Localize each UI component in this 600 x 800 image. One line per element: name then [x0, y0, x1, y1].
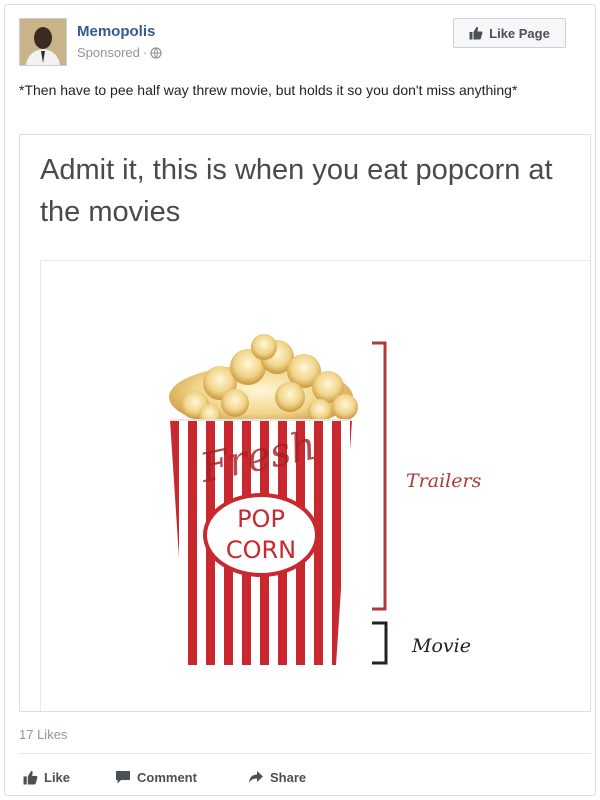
page-avatar[interactable]: [19, 18, 67, 66]
comment-button[interactable]: Comment: [115, 763, 197, 791]
movie-bracket: [372, 621, 388, 665]
post-text: *Then have to pee half way threw movie, …: [19, 82, 518, 98]
globe-icon[interactable]: [150, 46, 162, 59]
likes-count[interactable]: 17 Likes: [19, 727, 67, 742]
footer-divider: [19, 753, 591, 754]
page-name-link[interactable]: Memopolis: [77, 23, 155, 40]
speech-bubble-icon: [116, 770, 130, 783]
post-actions: Like Comment Share: [19, 763, 591, 791]
like-page-label: Like Page: [489, 25, 550, 41]
thumbs-up-icon: [469, 26, 483, 40]
post-image[interactable]: Admit it, this is when you eat popcorn a…: [19, 134, 591, 712]
avatar-image: [20, 19, 66, 65]
share-button[interactable]: Share: [248, 763, 306, 791]
sponsored-line: Sponsored ·: [77, 45, 162, 60]
comment-label: Comment: [137, 769, 197, 785]
popcorn-illustration: Fresh POP CORN Trailers Movie: [169, 334, 482, 665]
like-page-button[interactable]: Like Page: [453, 18, 566, 48]
like-button[interactable]: Like: [23, 763, 70, 791]
label-trailers: Trailers: [406, 470, 482, 492]
popcorn-kernels: [169, 334, 358, 429]
share-label: Share: [270, 769, 307, 785]
trailers-bracket: [372, 341, 387, 611]
separator-dot: ·: [142, 45, 148, 60]
box-word-pop: POP: [237, 505, 285, 533]
sponsored-label[interactable]: Sponsored: [77, 45, 140, 60]
share-arrow-icon: [249, 771, 263, 783]
label-movie: Movie: [411, 635, 471, 657]
thumbs-up-icon: [23, 770, 38, 784]
feed-post: Memopolis Sponsored · Like Page *Then ha…: [4, 4, 596, 796]
like-label: Like: [44, 769, 71, 785]
box-word-corn: CORN: [226, 536, 296, 564]
